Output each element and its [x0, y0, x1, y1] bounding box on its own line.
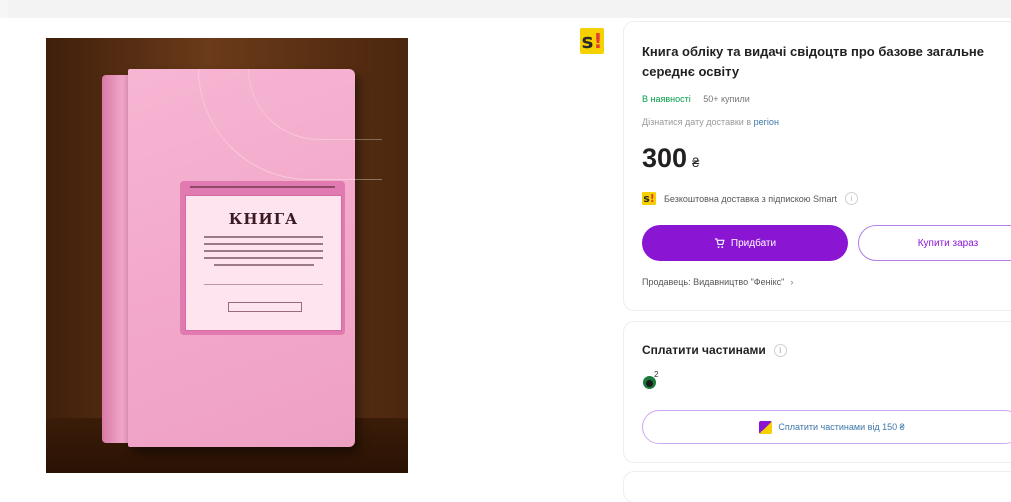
availability-status: В наявності — [642, 94, 691, 104]
label-text-line — [204, 257, 323, 259]
label-inner: КНИГА — [185, 195, 342, 331]
seller-row[interactable]: Продавець: Видавництво "Фенікс" › — [642, 277, 793, 287]
label-header-line — [180, 183, 345, 193]
cart-icon — [714, 237, 725, 248]
installments-button-label: Сплатити частинами від 150 ₴ — [778, 422, 905, 432]
label-text-line — [204, 250, 323, 252]
next-card — [624, 472, 1011, 502]
chevron-right-icon: › — [790, 277, 794, 287]
buy-now-button[interactable]: Купити зараз — [858, 225, 1011, 261]
product-image[interactable]: КНИГА — [46, 38, 408, 473]
status-row: В наявності 50+ купили — [642, 94, 750, 104]
delivery-row: Дізнатися дату доставки в регіон — [642, 117, 779, 127]
cover-title: КНИГА — [228, 210, 299, 228]
info-icon[interactable]: i — [845, 192, 859, 205]
bank-logo-icon[interactable]: 2 — [643, 370, 659, 389]
label-text-line — [214, 264, 314, 266]
price-value: 300 — [642, 143, 688, 173]
price: 300 ₴ — [642, 143, 699, 174]
label-thin-line — [204, 284, 323, 285]
bank-count: 2 — [654, 370, 659, 379]
book-illustration: КНИГА — [102, 69, 382, 447]
free-delivery-row: s! Безкоштовна доставка з підпискою Smar… — [642, 192, 859, 205]
label-box — [228, 302, 302, 312]
buy-button[interactable]: Придбати — [642, 225, 848, 261]
book-cover: КНИГА — [128, 69, 382, 447]
label-text-line — [204, 243, 323, 245]
label-text-line — [204, 236, 323, 238]
installments-button[interactable]: Сплатити частинами від 150 ₴ — [642, 410, 1011, 444]
buy-button-label: Придбати — [730, 237, 777, 249]
top-strip — [0, 0, 1011, 18]
delivery-region-link[interactable]: регіон — [754, 117, 779, 127]
smart-small-badge: s! — [642, 192, 656, 205]
smart-badge: s! — [580, 28, 604, 54]
buy-now-label: Купити зараз — [917, 237, 979, 249]
installments-title-row: Сплатити частинами i — [642, 343, 787, 357]
seller-text: Продавець: Видавництво "Фенікс" — [642, 277, 785, 287]
top-strip-inner — [8, 0, 1011, 18]
installments-title: Сплатити частинами — [642, 343, 766, 357]
price-currency: ₴ — [692, 155, 700, 170]
purchases-count: 50+ купили — [703, 94, 750, 104]
info-icon[interactable]: i — [773, 343, 787, 357]
free-delivery-text: Безкоштовна доставка з підпискою Smart — [664, 193, 838, 204]
product-title: Книга обліку та видачі свідоцтв про базо… — [642, 44, 985, 79]
delivery-text: Дізнатися дату доставки в — [642, 117, 752, 127]
installments-icon — [759, 420, 773, 434]
cover-label: КНИГА — [180, 181, 345, 335]
